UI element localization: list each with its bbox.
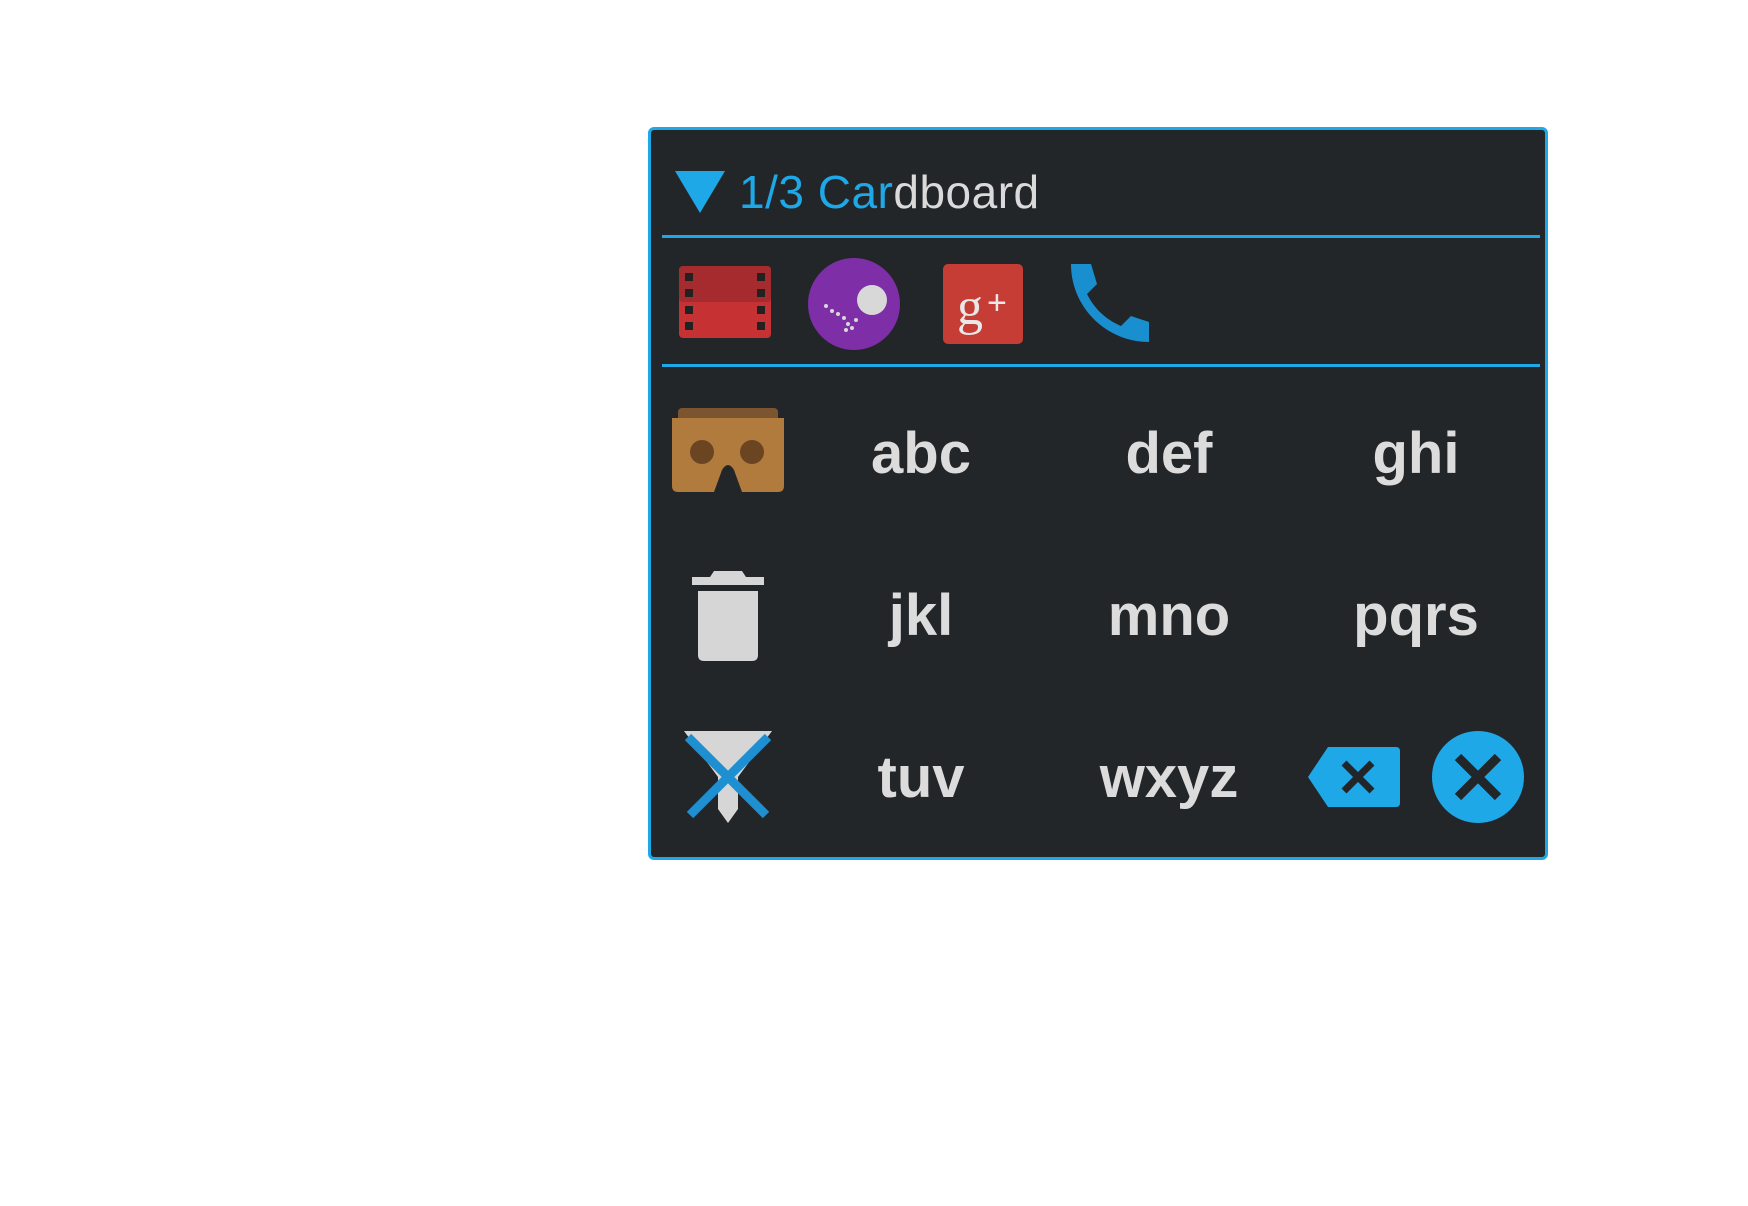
cardboard-icon	[672, 408, 784, 492]
close-button[interactable]	[1428, 712, 1528, 842]
key-wxyz[interactable]: wxyz	[1100, 712, 1239, 842]
collapse-triangle-icon[interactable]	[675, 171, 725, 213]
search-title: 1/3 Cardboard	[739, 165, 1040, 219]
purple-dots-icon[interactable]	[806, 256, 902, 352]
unpin-icon	[684, 731, 772, 823]
search-header[interactable]: 1/3 Cardboard	[675, 166, 1040, 218]
google-plus-icon[interactable]: g +	[937, 256, 1033, 352]
cardboard-app-button[interactable]	[663, 388, 793, 518]
backspace-button[interactable]	[1306, 712, 1402, 842]
phone-icon[interactable]	[1063, 256, 1159, 352]
backspace-icon	[1308, 747, 1400, 807]
svg-text:+: +	[987, 284, 1007, 322]
film-icon[interactable]	[677, 256, 773, 352]
typed-query: Car	[817, 166, 894, 218]
unpin-button[interactable]	[663, 712, 793, 842]
launcher-panel: 1/3 Cardboard g + abc def ghi jkl mno pq…	[648, 127, 1548, 860]
key-ghi[interactable]: ghi	[1351, 388, 1481, 518]
key-def[interactable]: def	[1104, 388, 1234, 518]
key-tuv[interactable]: tuv	[856, 712, 986, 842]
trash-icon	[692, 571, 764, 661]
key-mno[interactable]: mno	[1104, 550, 1234, 680]
close-icon	[1432, 731, 1524, 823]
svg-text:g: g	[957, 279, 983, 336]
result-count: 1/3	[739, 166, 805, 218]
key-pqrs[interactable]: pqrs	[1351, 550, 1481, 680]
divider-top	[662, 235, 1540, 238]
key-abc[interactable]: abc	[856, 388, 986, 518]
app-results-row: g +	[675, 256, 1175, 352]
completion-text: dboard	[893, 166, 1040, 218]
delete-button[interactable]	[663, 550, 793, 680]
divider-bottom	[662, 364, 1540, 367]
key-jkl[interactable]: jkl	[856, 550, 986, 680]
